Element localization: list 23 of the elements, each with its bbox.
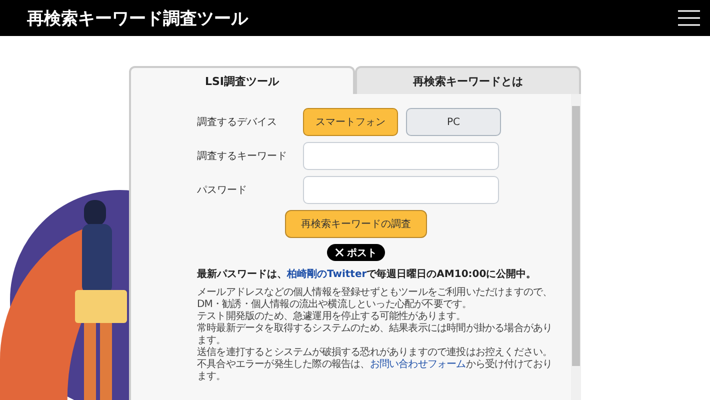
- password-label: パスワード: [197, 184, 248, 197]
- note-text: 送信を連打するとシステムが破損する恐れがありますので連投はお控えください。: [197, 347, 554, 358]
- keyword-input-field[interactable]: [303, 142, 499, 170]
- tab[interactable]: 再検索キーワードとは: [355, 66, 581, 94]
- password-notice: 最新パスワードは、柏崎剛のTwitterで毎週日曜日のAM10:00に公開中。: [197, 267, 538, 281]
- submit-button[interactable]: 再検索キーワードの調査: [285, 210, 427, 238]
- device-option-button[interactable]: スマートフォン: [303, 108, 398, 136]
- site-title: 再検索キーワード調査ツール: [27, 8, 248, 30]
- device-option-button[interactable]: PC: [406, 108, 501, 136]
- note-text: 不具合やエラーが発生した際の報告は、お問い合わせフォームから受け付けております。: [197, 359, 554, 383]
- keyword-label: 調査するキーワード: [197, 150, 288, 163]
- scrollbar[interactable]: [571, 94, 581, 400]
- twitter-link[interactable]: 柏崎剛のTwitter: [287, 269, 367, 280]
- password-input-field[interactable]: [303, 176, 499, 204]
- post-button[interactable]: ポスト: [327, 244, 385, 261]
- contact-form-link[interactable]: お問い合わせフォーム: [370, 359, 466, 370]
- device-label: 調査するデバイス: [197, 116, 278, 129]
- menu-icon[interactable]: [678, 10, 700, 26]
- x-logo-icon: [335, 248, 344, 257]
- note-text: 常時最新データを取得するシステムのため、結果表示には時間が掛かる場合があります。: [197, 323, 554, 346]
- note-text: テスト開発版のため、急遽運用を停止する可能性があります。: [197, 311, 467, 322]
- tab[interactable]: LSI調査ツール: [129, 66, 355, 94]
- note-text: メールアドレスなどの個人情報を登録せずともツールをご利用いただけますので、DM・勧誘・個人情報の流出や横流しといった心配が不要です。: [197, 287, 554, 310]
